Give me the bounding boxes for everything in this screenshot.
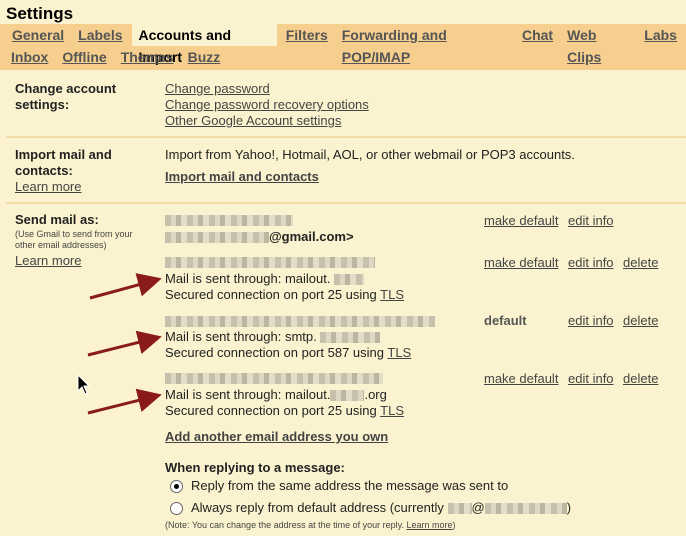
arrow-icon (87, 330, 162, 357)
arrow-icon (89, 273, 162, 300)
arrow-icon (87, 388, 162, 415)
annotation-arrows (77, 273, 162, 415)
mouse-cursor-icon (77, 373, 91, 395)
